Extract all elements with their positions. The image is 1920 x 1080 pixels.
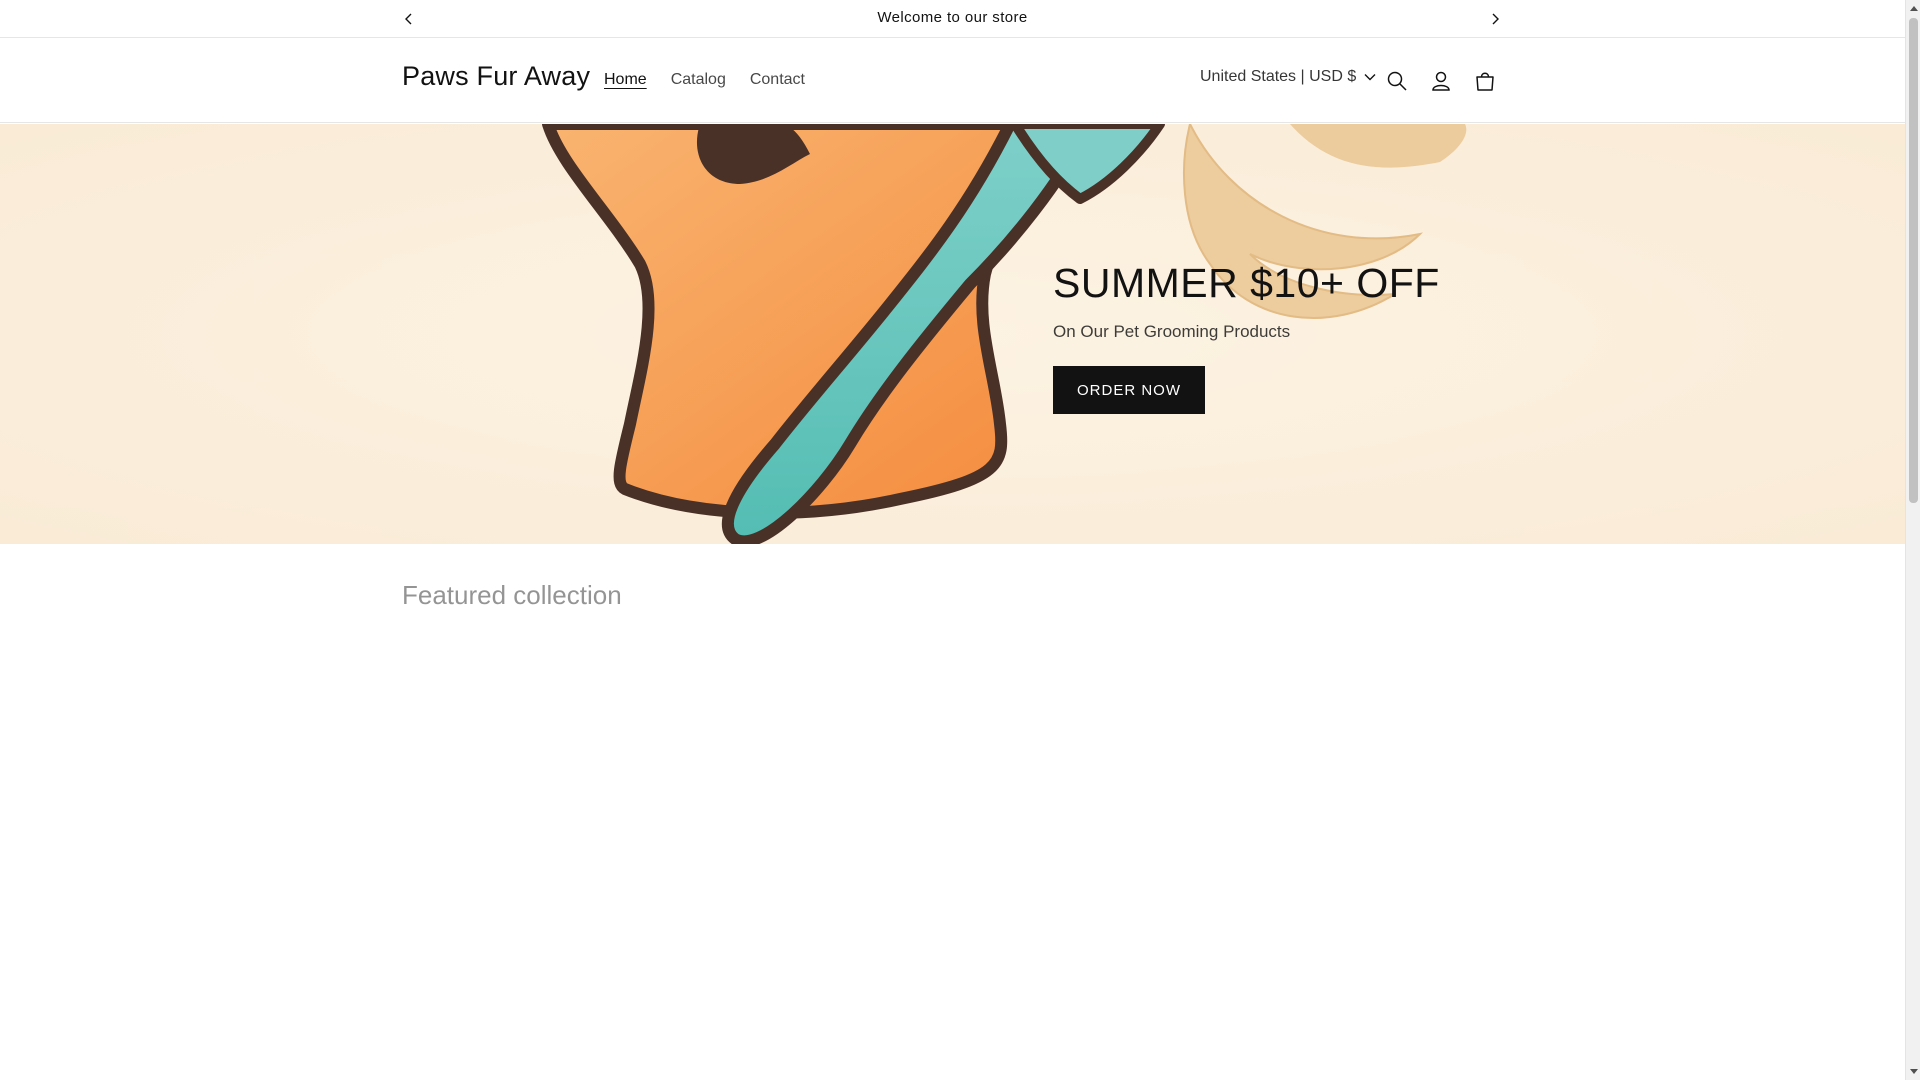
scrollbar-thumb[interactable] — [1909, 18, 1918, 503]
country-currency-selector[interactable]: United States | USD $ — [1200, 68, 1376, 86]
chevron-down-icon — [1364, 74, 1376, 81]
order-now-button[interactable]: ORDER NOW — [1053, 366, 1205, 414]
hero-subtitle: On Our Pet Grooming Products — [1053, 322, 1291, 341]
featured-collection-heading: Featured collection — [402, 580, 622, 610]
nav-link-home[interactable]: Home — [592, 67, 659, 93]
hero-title: SUMMER $10+ OFF — [1053, 260, 1440, 306]
hero-banner: SUMMER $10+ OFF On Our Pet Grooming Prod… — [0, 124, 1905, 544]
store-logo[interactable]: Paws Fur Away — [402, 61, 590, 92]
page: Welcome to our store Paws Fur Away Home … — [0, 0, 1905, 1080]
main-nav: Home Catalog Contact — [592, 67, 817, 93]
announcement-message: Welcome to our store — [877, 9, 1028, 26]
hero-illustration — [0, 124, 1905, 544]
site-header: Paws Fur Away Home Catalog Contact Unite… — [0, 39, 1905, 123]
locale-label: United States | USD $ — [1200, 68, 1357, 85]
search-icon — [1387, 71, 1407, 91]
announcement-next-button[interactable] — [1484, 8, 1506, 30]
page-scrollbar[interactable] — [1905, 0, 1920, 1080]
scroll-down-button[interactable] — [1906, 1064, 1920, 1080]
scroll-up-icon — [1909, 6, 1918, 11]
account-icon — [1432, 71, 1450, 91]
scroll-up-button[interactable] — [1906, 0, 1920, 16]
cart-button[interactable] — [1465, 61, 1505, 101]
search-button[interactable] — [1377, 61, 1417, 101]
announcement-bar: Welcome to our store — [0, 0, 1905, 38]
nav-link-catalog[interactable]: Catalog — [659, 67, 738, 93]
chevron-right-icon — [1492, 13, 1499, 25]
cart-icon — [1476, 72, 1494, 91]
scroll-down-icon — [1909, 1069, 1918, 1074]
nav-link-contact[interactable]: Contact — [738, 67, 817, 93]
account-button[interactable] — [1421, 61, 1461, 101]
